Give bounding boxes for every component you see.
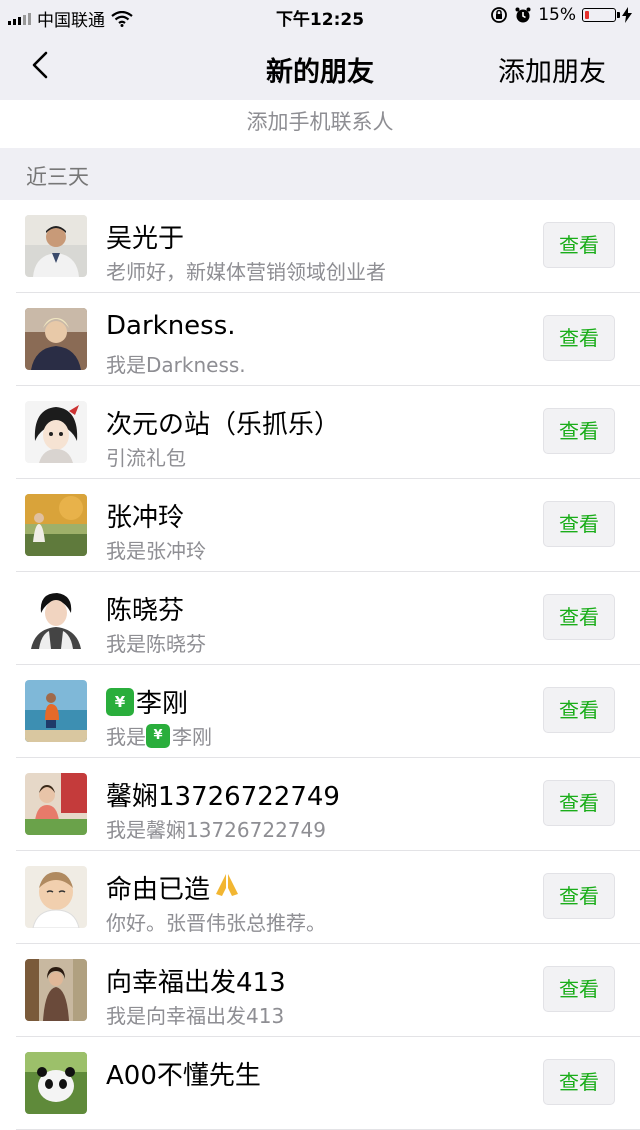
request-message: 我是向幸福出发413 xyxy=(106,1004,285,1028)
folded-hands-emoji-icon xyxy=(214,872,240,903)
view-request-button[interactable]: 查看 xyxy=(543,1059,615,1105)
view-request-button[interactable]: 查看 xyxy=(543,501,615,547)
battery-percent: 15% xyxy=(538,5,576,25)
avatar xyxy=(25,215,87,277)
section-header: 近三天 xyxy=(0,148,640,200)
contact-name: 次元の站（乐抓乐） xyxy=(106,410,341,440)
add-phone-contacts-link[interactable]: 添加手机联系人 xyxy=(0,100,640,148)
contact-name: 向幸福出发413 xyxy=(106,968,286,998)
money-growth-emoji-icon: ¥ xyxy=(146,723,170,748)
view-request-button[interactable]: 查看 xyxy=(543,966,615,1012)
battery-icon xyxy=(582,8,620,22)
friend-request-row[interactable]: 陈晓芬 我是陈晓芬 查看 xyxy=(0,572,640,665)
avatar xyxy=(25,494,87,556)
avatar xyxy=(25,587,87,649)
request-message: 引流礼包 xyxy=(106,446,186,470)
battery-level-fill xyxy=(585,11,589,19)
alarm-icon xyxy=(515,7,531,23)
request-message-prefix: 我是 xyxy=(106,725,146,749)
friend-request-row[interactable]: ¥ 李刚 我是 ¥ 李刚 查看 xyxy=(0,665,640,758)
contact-name-text: 命由已造 xyxy=(106,875,211,905)
contact-name: ¥ 李刚 xyxy=(106,683,188,720)
contact-name: 张冲玲 xyxy=(106,503,185,533)
request-message: 我是馨娴13726722749 xyxy=(106,818,326,842)
view-request-button[interactable]: 查看 xyxy=(543,222,615,268)
contact-name: 命由已造 xyxy=(106,869,240,906)
friend-request-row[interactable]: A00不懂先生 查看 xyxy=(0,1037,640,1130)
view-request-button[interactable]: 查看 xyxy=(543,687,615,733)
friend-request-row[interactable]: Darkness. 我是Darkness. 查看 xyxy=(0,293,640,386)
avatar xyxy=(25,959,87,1021)
avatar xyxy=(25,680,87,742)
friend-request-row[interactable]: 次元の站（乐抓乐） 引流礼包 查看 xyxy=(0,386,640,479)
contact-name-text: 李刚 xyxy=(136,689,189,719)
money-growth-emoji-icon: ¥ xyxy=(106,687,134,716)
friend-request-row[interactable]: 张冲玲 我是张冲玲 查看 xyxy=(0,479,640,572)
avatar xyxy=(25,1052,87,1114)
friend-request-row[interactable]: 吴光于 老师好，新媒体营销领域创业者 查看 xyxy=(0,200,640,293)
avatar xyxy=(25,773,87,835)
avatar xyxy=(25,866,87,928)
friend-request-list: 吴光于 老师好，新媒体营销领域创业者 查看 Darkness. 我是Darkne… xyxy=(0,200,640,1130)
navigation-bar: 新的朋友 添加朋友 xyxy=(0,32,640,100)
request-message: 我是Darkness. xyxy=(106,353,246,377)
view-request-button[interactable]: 查看 xyxy=(543,315,615,361)
contact-name: 馨娴13726722749 xyxy=(106,782,340,812)
avatar xyxy=(25,401,87,463)
charging-bolt-icon xyxy=(622,7,632,23)
status-bar: 中国联通 下午12:25 15% xyxy=(0,0,640,32)
contact-name: 吴光于 xyxy=(106,224,185,254)
view-request-button[interactable]: 查看 xyxy=(543,408,615,454)
rotation-lock-icon xyxy=(491,7,508,23)
request-message: 我是张冲玲 xyxy=(106,539,206,563)
add-friend-button[interactable]: 添加朋友 xyxy=(498,50,606,89)
friend-request-row[interactable]: 馨娴13726722749 我是馨娴13726722749 查看 xyxy=(0,758,640,851)
contact-name: A00不懂先生 xyxy=(106,1061,261,1091)
contact-name: 陈晓芬 xyxy=(106,596,185,626)
contact-name: Darkness. xyxy=(106,311,236,341)
request-message-text: 李刚 xyxy=(172,725,212,749)
view-request-button[interactable]: 查看 xyxy=(543,594,615,640)
section-header-label: 近三天 xyxy=(26,165,89,189)
request-message: 老师好，新媒体营销领域创业者 xyxy=(106,260,386,284)
view-request-button[interactable]: 查看 xyxy=(543,873,615,919)
view-request-button[interactable]: 查看 xyxy=(543,780,615,826)
request-message: 我是 ¥ 李刚 xyxy=(106,721,212,750)
request-message: 我是陈晓芬 xyxy=(106,632,206,656)
avatar xyxy=(25,308,87,370)
request-message: 你好。张晋伟张总推荐。 xyxy=(106,911,326,935)
friend-request-row[interactable]: 命由已造 你好。张晋伟张总推荐。 查看 xyxy=(0,851,640,944)
friend-request-row[interactable]: 向幸福出发413 我是向幸福出发413 查看 xyxy=(0,944,640,1037)
